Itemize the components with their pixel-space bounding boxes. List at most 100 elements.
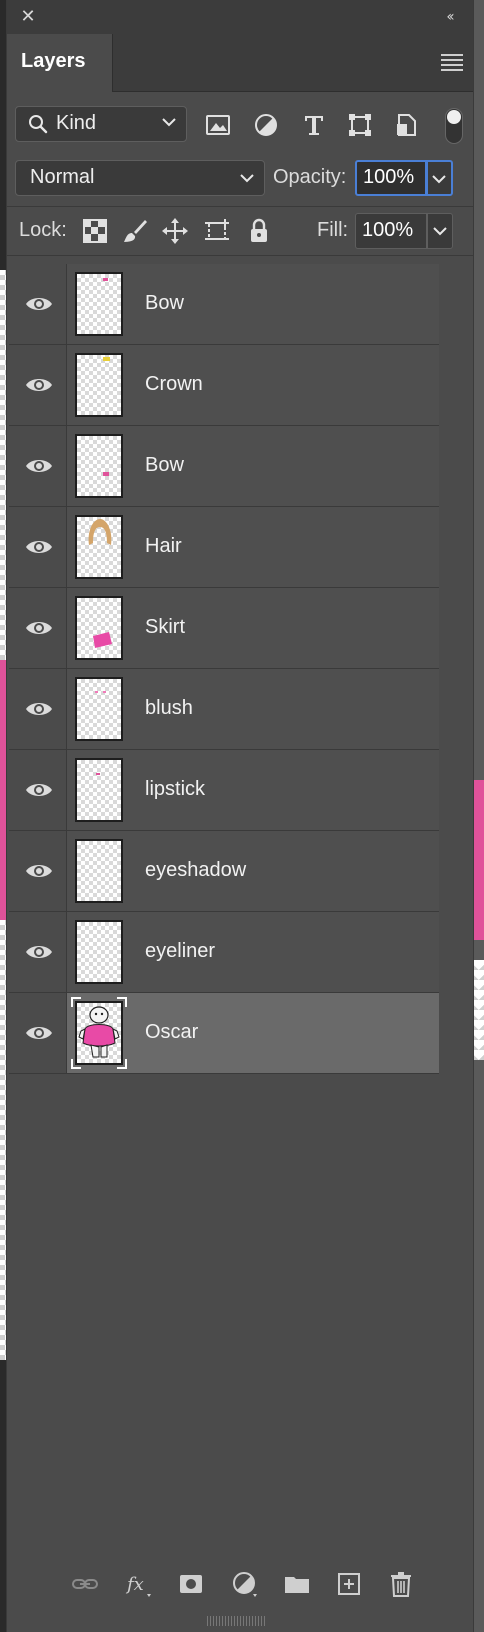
collapse-icon[interactable]: ‹‹ [439,8,459,26]
close-icon[interactable]: ✕ [19,8,37,26]
eye-icon [26,703,52,715]
layers-panel: ✕ ‹‹ Layers Kind Normal Opacity: 100% Lo… [6,0,474,1632]
opacity-dropdown-button[interactable] [427,160,453,196]
eye-icon [26,1027,52,1039]
lock-transparent-pixels-icon[interactable] [81,217,109,245]
panel-resize-grip[interactable] [207,1616,267,1626]
layer-thumbnail [75,272,123,336]
layer-thumbnail [75,353,123,417]
chevron-down-icon [432,175,446,184]
lock-row: Lock: Fill: 100% [7,206,473,256]
panel-title-bar: ✕ ‹‹ [7,0,473,34]
lock-artboard-icon[interactable] [203,217,231,245]
layer-row-blush[interactable]: blush [9,669,439,750]
delete-layer-icon[interactable] [387,1570,415,1598]
layer-name: Skirt [145,616,185,638]
layer-row-skirt[interactable]: Skirt [9,588,439,669]
visibility-toggle[interactable] [9,507,67,587]
chevron-down-icon [162,118,176,127]
layer-filter-row: Kind [7,104,473,144]
eye-icon [26,946,52,958]
canvas-pink-edge-right [474,780,484,940]
layer-name: Oscar [145,1021,199,1043]
blend-row: Normal Opacity: 100% [7,160,473,200]
eye-icon [26,622,52,634]
layer-row-eyeshadow[interactable]: eyeshadow [9,831,439,912]
layer-row-bow[interactable]: Bow [9,426,439,507]
type-filter-icon[interactable] [301,112,327,138]
visibility-toggle[interactable] [9,750,67,830]
layer-row-crown[interactable]: Crown [9,345,439,426]
fill-dropdown-button[interactable] [427,213,453,249]
lock-position-icon[interactable] [161,217,189,245]
layer-name: Hair [145,535,182,557]
layers-bottom-toolbar: fx [7,1562,473,1606]
eye-icon [26,379,52,391]
canvas-checker-edge-right [474,960,484,1060]
chevron-down-icon [240,174,254,183]
new-adjustment-layer-icon[interactable] [231,1570,259,1598]
image-filter-icon[interactable] [205,112,231,138]
layer-name: lipstick [145,778,206,800]
new-group-icon[interactable] [283,1570,311,1598]
layer-thumbnail [75,434,123,498]
layer-row-hair[interactable]: Hair [9,507,439,588]
layer-name: Bow [145,292,184,314]
eye-icon [26,298,52,310]
eye-icon [26,784,52,796]
panel-menu-icon[interactable] [441,54,463,71]
visibility-toggle[interactable] [9,669,67,749]
shape-filter-icon[interactable] [347,112,373,138]
layer-row-lipstick[interactable]: lipstick [9,750,439,831]
layer-row-oscar[interactable]: Oscar [9,993,439,1074]
link-layers-icon[interactable] [71,1570,99,1598]
layer-name: eyeliner [145,940,216,962]
visibility-toggle[interactable] [9,912,67,992]
fill-label: Fill: [317,219,349,241]
layer-name: eyeshadow [145,859,247,881]
layer-thumbnail [75,839,123,903]
lock-image-pixels-icon[interactable] [121,217,149,245]
add-mask-icon[interactable] [177,1570,205,1598]
selection-corners [71,997,127,1069]
layer-name: Bow [145,454,184,476]
layers-list: Bow Crown Bow Hair Skirt blush lipstick … [9,264,439,1074]
eye-icon [26,460,52,472]
layer-thumbnail [75,920,123,984]
visibility-toggle[interactable] [9,588,67,668]
tab-layers[interactable]: Layers [7,34,113,92]
eye-icon [26,541,52,553]
fx-layer-style-icon[interactable]: fx [125,1570,153,1598]
filter-toggle[interactable] [445,108,463,144]
visibility-toggle[interactable] [9,993,67,1073]
layer-thumbnail [75,596,123,660]
layer-name: Crown [145,373,203,395]
panel-tab-bar: Layers [7,34,473,92]
chevron-down-icon [433,227,447,236]
layer-row-eyeliner[interactable]: eyeliner [9,912,439,993]
new-layer-icon[interactable] [335,1570,363,1598]
adjustment-filter-icon[interactable] [253,112,279,138]
visibility-toggle[interactable] [9,831,67,911]
fill-input[interactable]: 100% [355,213,427,249]
layer-thumbnail [75,677,123,741]
filter-kind-label: Kind [56,112,97,134]
layer-row-bow-top[interactable]: Bow [9,264,439,345]
lock-label: Lock: [19,219,67,241]
filter-toggle-knob [447,110,461,124]
blend-mode-select[interactable]: Normal [15,160,265,196]
layer-thumbnail [75,515,123,579]
layer-thumbnail [75,758,123,822]
search-icon [29,115,48,134]
visibility-toggle[interactable] [9,426,67,506]
opacity-input[interactable]: 100% [355,160,427,196]
visibility-toggle[interactable] [9,264,67,344]
svg-text:fx: fx [125,1574,144,1595]
eye-icon [26,865,52,877]
layer-name: blush [145,697,193,719]
filter-kind-select[interactable]: Kind [15,106,187,142]
lock-all-icon[interactable] [245,217,273,245]
smart-object-filter-icon[interactable] [393,112,419,138]
visibility-toggle[interactable] [9,345,67,425]
opacity-label: Opacity: [273,166,347,188]
